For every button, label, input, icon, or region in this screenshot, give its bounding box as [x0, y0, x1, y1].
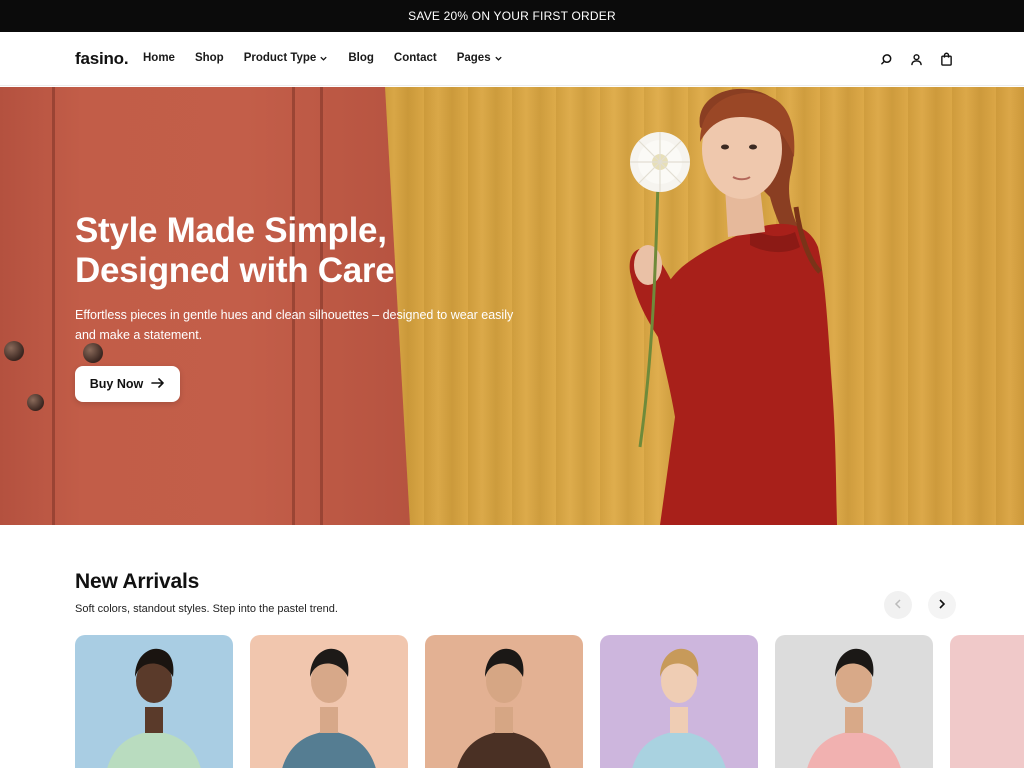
product-card[interactable] [75, 635, 233, 768]
site-header: fasino. Home Shop Product Type Blog Cont… [0, 32, 1024, 86]
user-icon[interactable] [908, 51, 924, 67]
buy-now-button[interactable]: Buy Now [75, 366, 180, 402]
door-knob [83, 343, 103, 363]
chevron-left-icon [894, 596, 902, 614]
product-image [632, 648, 726, 768]
hero-model-image [629, 88, 837, 525]
carousel-prev-button[interactable] [884, 591, 912, 619]
nav-item-shop[interactable]: Shop [195, 52, 224, 64]
nav-item-pages[interactable]: Pages [457, 52, 503, 64]
product-card[interactable] [425, 635, 583, 768]
hero-title-line: Style Made Simple, [75, 211, 387, 250]
arrow-right-icon [151, 377, 165, 392]
product-card-peek[interactable] [950, 635, 1024, 768]
nav-item-contact[interactable]: Contact [394, 52, 437, 64]
announcement-bar: SAVE 20% ON YOUR FIRST ORDER [0, 0, 1024, 32]
door-knob [27, 394, 44, 411]
nav-label: Shop [194, 52, 224, 64]
site-logo[interactable]: fasino. [75, 49, 129, 69]
chevron-right-icon [938, 596, 946, 614]
product-carousel [75, 635, 1024, 768]
product-card[interactable] [600, 635, 758, 768]
nav-label: Pages [456, 52, 491, 64]
nav-label: Contact [393, 52, 437, 64]
product-card[interactable] [775, 635, 933, 768]
product-image [807, 648, 901, 768]
header-actions [878, 51, 954, 67]
nav-item-product-type[interactable]: Product Type [244, 52, 329, 64]
door-knob [4, 341, 24, 361]
nav-label: Product Type [243, 52, 317, 64]
product-image [107, 648, 201, 768]
hero-title-line: Designed with Care [75, 251, 395, 290]
main-nav: Home Shop Product Type Blog Contact Page… [143, 52, 523, 64]
nav-item-home[interactable]: Home [143, 52, 175, 64]
product-image [282, 648, 376, 768]
section-subtitle: Soft colors, standout styles. Step into … [75, 603, 338, 615]
chevron-down-icon [494, 54, 503, 63]
door-panel-line [52, 87, 55, 525]
shopping-bag-icon[interactable] [938, 51, 954, 67]
hero-banner: Style Made Simple, Designed with Care Ef… [0, 87, 1024, 525]
product-card[interactable] [250, 635, 408, 768]
product-image [457, 648, 551, 768]
buy-now-label: Buy Now [89, 377, 144, 391]
search-icon[interactable] [878, 51, 894, 67]
nav-label: Home [143, 52, 175, 64]
nav-item-blog[interactable]: Blog [348, 52, 374, 64]
nav-label: Blog [348, 52, 374, 64]
hero-title: Style Made Simple, Designed with Care [75, 211, 495, 291]
chevron-down-icon [319, 54, 328, 63]
announcement-text: SAVE 20% ON YOUR FIRST ORDER [408, 9, 616, 23]
section-title: New Arrivals [75, 570, 200, 593]
carousel-next-button[interactable] [928, 591, 956, 619]
hero-subtitle: Effortless pieces in gentle hues and cle… [75, 308, 514, 342]
